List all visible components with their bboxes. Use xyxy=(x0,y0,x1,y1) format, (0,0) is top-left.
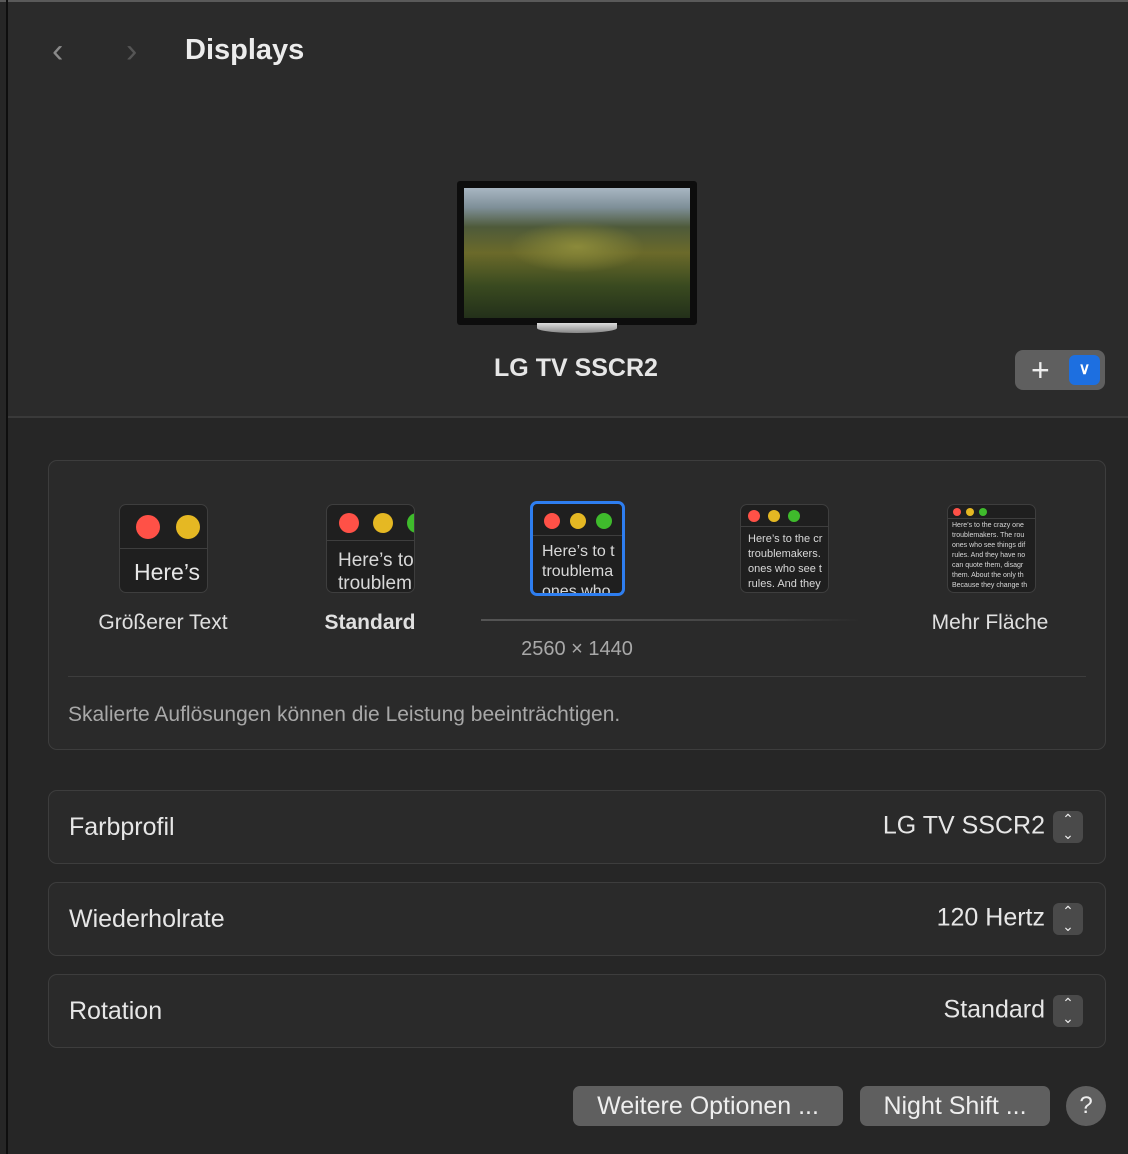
stepper-chevrons-icon: ⌃ ⌄ xyxy=(1053,903,1083,935)
stepper-chevrons-icon: ⌃ ⌄ xyxy=(1053,995,1083,1027)
chevron-down-icon[interactable]: ∨ xyxy=(1069,355,1100,385)
add-display-control[interactable]: + ∨ xyxy=(1015,350,1105,390)
resolution-divider xyxy=(481,619,861,621)
scale-option-default-selected[interactable]: Here’s to t troublema ones who xyxy=(530,501,625,596)
color-profile-row: Farbprofil LG TV SSCR2 ⌃ ⌄ xyxy=(48,790,1106,864)
back-button[interactable]: ‹ xyxy=(52,32,63,71)
divider xyxy=(68,676,1086,677)
page-title: Displays xyxy=(185,34,305,66)
scale-option-larger-text[interactable]: Here’s xyxy=(119,504,208,593)
sidebar-divider[interactable] xyxy=(6,0,8,1154)
scale-label-larger-text: Größerer Text xyxy=(98,611,228,634)
scale-label-more-space: Mehr Fläche xyxy=(931,611,1049,634)
chevron-left-icon: ‹ xyxy=(52,32,64,70)
resolution-label: 2560 × 1440 xyxy=(521,638,633,660)
wallpaper-preview xyxy=(464,188,690,318)
setting-label: Wiederholrate xyxy=(69,904,225,933)
forward-button[interactable]: › xyxy=(126,32,137,71)
rotation-row: Rotation Standard ⌃ ⌄ xyxy=(48,974,1106,1048)
color-profile-select[interactable]: LG TV SSCR2 ⌃ ⌄ xyxy=(883,811,1083,843)
setting-label: Farbprofil xyxy=(69,812,175,841)
display-name: LG TV SSCR2 xyxy=(494,354,658,382)
scale-option-more-space[interactable]: Here’s to the crazy one troublemakers. T… xyxy=(947,504,1036,593)
monitor-stand xyxy=(537,323,617,333)
scale-label-standard: Standard xyxy=(324,611,416,634)
refresh-rate-row: Wiederholrate 120 Hertz ⌃ ⌄ xyxy=(48,882,1106,956)
help-button[interactable]: ? xyxy=(1066,1086,1106,1126)
more-options-button[interactable]: Weitere Optionen ... xyxy=(573,1086,843,1126)
night-shift-button[interactable]: Night Shift ... xyxy=(860,1086,1050,1126)
stepper-chevrons-icon: ⌃ ⌄ xyxy=(1053,811,1083,843)
chevron-right-icon: › xyxy=(126,32,138,70)
setting-label: Rotation xyxy=(69,996,163,1025)
rotation-select[interactable]: Standard ⌃ ⌄ xyxy=(944,995,1083,1027)
scaling-note: Skalierte Auflösungen können die Leistun… xyxy=(68,703,621,726)
scaling-card: Here’s Here’s to troublem Here’s to t tr… xyxy=(48,460,1106,750)
scale-option-more-space-1[interactable]: Here’s to the cr troublemakers. ones who… xyxy=(740,504,829,593)
plus-icon[interactable]: + xyxy=(1031,352,1050,389)
display-thumbnail[interactable] xyxy=(457,181,697,325)
refresh-rate-select[interactable]: 120 Hertz ⌃ ⌄ xyxy=(937,903,1083,935)
scale-option-standard[interactable]: Here’s to troublem xyxy=(326,504,415,593)
